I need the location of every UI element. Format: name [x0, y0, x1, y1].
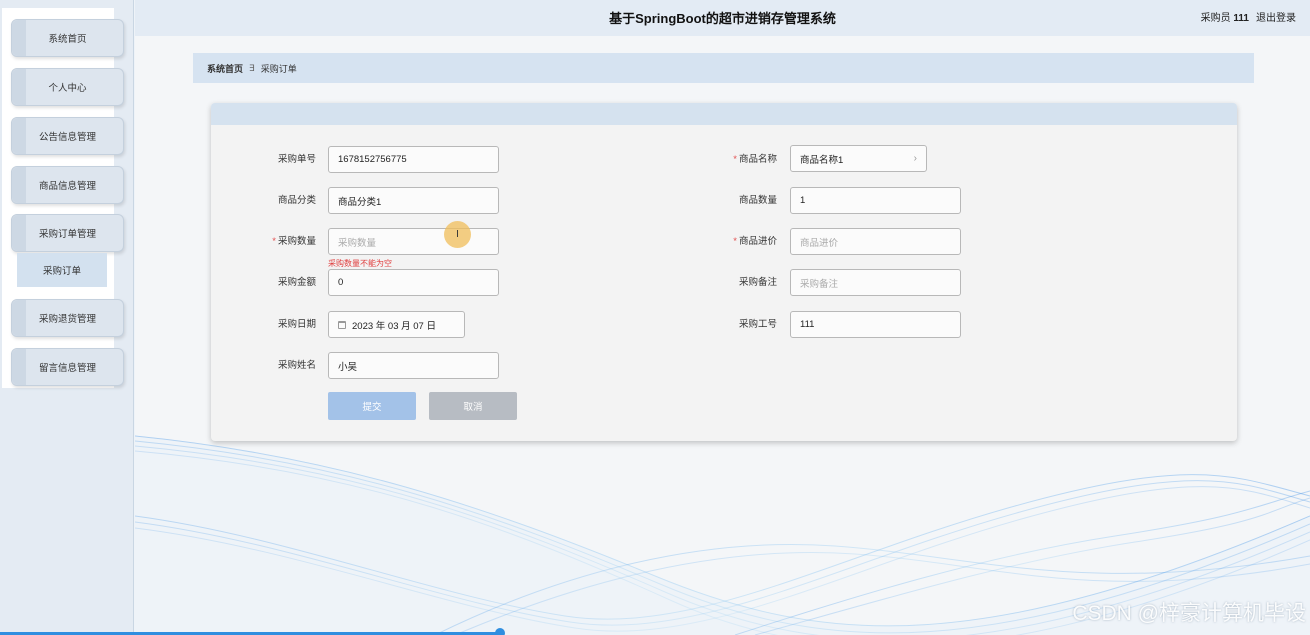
price-input[interactable]: 商品进价: [790, 228, 961, 255]
sidebar-item-products[interactable]: 商品信息管理: [11, 166, 124, 204]
app-title: 基于SpringBoot的超市进销存管理系统: [609, 10, 836, 26]
buyer-name-label: 采购姓名: [277, 360, 316, 371]
sidebar-item-messages[interactable]: 留言信息管理: [11, 348, 124, 386]
breadcrumb-separator: ∃: [249, 62, 255, 73]
amount-label: 采购金额: [277, 277, 316, 288]
user-info: 采购员 111: [1201, 9, 1249, 24]
order-no-label: 采购单号: [277, 154, 316, 165]
logout-link[interactable]: 退出登录: [1256, 9, 1296, 24]
remark-label: 采购备注: [738, 277, 777, 288]
category-input[interactable]: 商品分类1: [328, 187, 499, 214]
mouse-cursor-icon: I: [444, 221, 471, 248]
buyer-name-input[interactable]: 小吴: [328, 352, 499, 379]
date-picker[interactable]: 2023 年 03 月 07 日: [328, 311, 465, 338]
sidebar-item-purchase-orders[interactable]: 采购订单管理: [11, 214, 124, 252]
product-name-value: 商品名称1: [800, 154, 844, 166]
product-name-label-text: 商品名称: [738, 154, 777, 165]
product-name-label: * 商品名称: [733, 154, 777, 165]
breadcrumb-home[interactable]: 系统首页: [207, 62, 243, 75]
sidebar-item-label: 系统首页: [48, 34, 87, 45]
breadcrumb-current: 采购订单: [260, 63, 297, 74]
sidebar-item-profile[interactable]: 个人中心: [11, 68, 124, 106]
breadcrumb: 系统首页 ∃ 采购订单: [193, 53, 1254, 83]
purchase-qty-label-text: 采购数量: [277, 236, 316, 247]
purchase-qty-input[interactable]: 采购数量: [328, 228, 499, 255]
category-label: 商品分类: [277, 195, 316, 206]
chevron-right-icon: ›: [913, 153, 917, 164]
top-header: 基于SpringBoot的超市进销存管理系统 采购员 111 退出登录: [135, 0, 1310, 36]
price-label-text: 商品进价: [738, 236, 777, 247]
date-value: 2023 年 03 月 07 日: [352, 320, 436, 332]
price-label: * 商品进价: [733, 236, 777, 247]
submit-button[interactable]: 提交: [328, 392, 416, 420]
sidebar-item-label: 采购订单管理: [38, 229, 96, 240]
sidebar: 系统首页 个人中心 公告信息管理 商品信息管理 采购订单管理 采购订单 采购退货…: [0, 0, 134, 635]
date-label: 采购日期: [277, 319, 316, 330]
sidebar-item-returns[interactable]: 采购退货管理: [11, 299, 124, 337]
product-name-select[interactable]: 商品名称1 ›: [790, 145, 927, 172]
sidebar-item-notice[interactable]: 公告信息管理: [11, 117, 124, 155]
user-role: 采购员: [1200, 12, 1231, 24]
staff-no-label: 采购工号: [738, 319, 777, 330]
calendar-icon: [338, 320, 346, 329]
order-no-input[interactable]: 1678152756775: [328, 146, 499, 173]
card-header: [211, 103, 1237, 125]
sidebar-item-label: 公告信息管理: [38, 132, 96, 143]
purchase-qty-label: * 采购数量: [272, 236, 316, 247]
sidebar-item-label: 留言信息管理: [38, 363, 96, 374]
purchase-order-form: 采购单号 1678152756775 商品分类 商品分类1 * 采购数量 采购数量…: [211, 103, 1237, 441]
product-qty-label: 商品数量: [738, 195, 777, 206]
sidebar-item-home[interactable]: 系统首页: [11, 19, 124, 57]
sidebar-item-label: 个人中心: [48, 83, 87, 94]
product-qty-input[interactable]: 1: [790, 187, 961, 214]
amount-input[interactable]: 0: [328, 269, 499, 296]
user-area: 采购员 111 退出登录: [1201, 0, 1296, 32]
staff-no-input[interactable]: 111: [790, 311, 961, 338]
sidebar-item-label: 商品信息管理: [38, 181, 96, 192]
submenu-item-purchase-order[interactable]: 采购订单: [17, 253, 107, 287]
remark-input[interactable]: 采购备注: [790, 269, 961, 296]
user-name: 111: [1233, 12, 1249, 24]
watermark: CSDN @梓豪计算机毕设: [1072, 602, 1306, 625]
progress-knob: [495, 628, 505, 635]
sidebar-item-label: 采购退货管理: [38, 314, 96, 325]
purchase-qty-error: 采购数量不能为空: [328, 259, 392, 268]
cancel-button[interactable]: 取消: [429, 392, 517, 420]
